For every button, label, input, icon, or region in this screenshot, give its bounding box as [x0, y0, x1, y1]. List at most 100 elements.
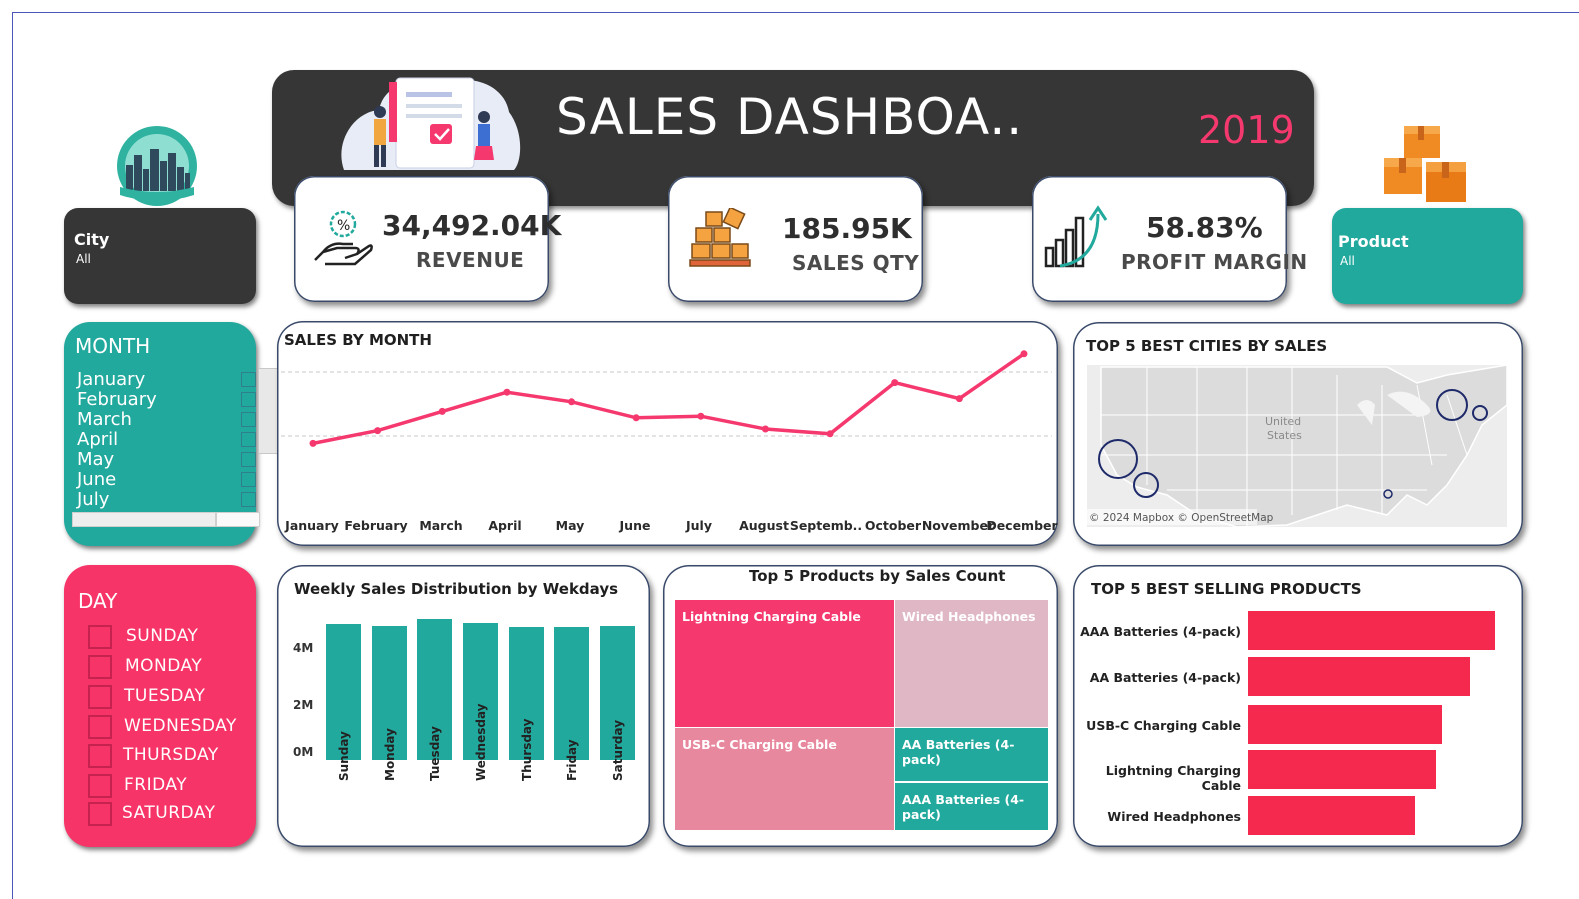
- month-scroll-track: [216, 512, 260, 527]
- city-filter-title: City: [74, 230, 110, 249]
- dashboard-year: 2019: [1198, 108, 1295, 152]
- kpi-revenue-value: 34,492.04K: [382, 209, 562, 242]
- day-checkbox-monday[interactable]: [88, 655, 112, 679]
- sales-by-month-chart: [281, 350, 1052, 447]
- top-selling-bar-3[interactable]: [1248, 750, 1437, 789]
- map-label-united: United: [1265, 415, 1301, 428]
- top-selling-bar-0[interactable]: [1248, 611, 1495, 650]
- city-skyline-icon: [117, 126, 197, 206]
- top-selling-bar-1[interactable]: [1248, 657, 1470, 696]
- sales-point-7[interactable]: [761, 425, 769, 433]
- day-item-thursday[interactable]: THURSDAY: [123, 745, 219, 765]
- frame-top-line: [12, 12, 1579, 13]
- frame-left-line: [12, 12, 13, 899]
- month-x-label-5: June: [619, 518, 651, 533]
- treemap-wired-headphones[interactable]: Wired Headphones: [894, 600, 1048, 727]
- day-checkbox-wednesday[interactable]: [88, 715, 112, 739]
- month-item-april[interactable]: April: [77, 429, 118, 450]
- sales-point-1[interactable]: [374, 427, 382, 435]
- sales-point-10[interactable]: [955, 395, 963, 403]
- svg-text:%: %: [337, 218, 350, 234]
- top-selling-bar-4[interactable]: [1248, 796, 1416, 835]
- top-selling-title: TOP 5 BEST SELLING PRODUCTS: [1091, 580, 1362, 598]
- month-horizontal-scrollbar[interactable]: [72, 512, 216, 527]
- day-item-monday[interactable]: MONDAY: [125, 656, 202, 676]
- treemap-lightning-charging-cable[interactable]: Lightning Charging Cable: [675, 600, 894, 727]
- month-checkbox-february[interactable]: [241, 392, 256, 407]
- city-filter-value[interactable]: All: [76, 252, 91, 266]
- growth-chart-icon: [1044, 205, 1108, 268]
- day-item-friday[interactable]: FRIDAY: [124, 775, 187, 795]
- report-illustration-icon: [341, 77, 521, 170]
- top-products-count-title: Top 5 Products by Sales Count: [749, 567, 1006, 585]
- month-checkbox-january[interactable]: [241, 372, 256, 387]
- kpi-profit-margin-label: PROFIT MARGIN: [1121, 250, 1308, 274]
- kpi-profit-margin-value: 58.83%: [1146, 211, 1263, 244]
- month-scrollbar[interactable]: [258, 368, 278, 454]
- sales-point-2[interactable]: [438, 407, 446, 415]
- month-checkbox-july[interactable]: [241, 492, 256, 507]
- top-selling-label-3: Lightning Charging Cable: [1105, 763, 1241, 793]
- day-item-sunday[interactable]: SUNDAY: [126, 626, 198, 646]
- day-checkbox-friday[interactable]: [88, 774, 112, 798]
- weekly-x-label-friday: Friday: [565, 739, 579, 781]
- day-checkbox-tuesday[interactable]: [88, 685, 112, 709]
- sales-point-8[interactable]: [826, 430, 834, 438]
- month-x-label-4: May: [555, 518, 585, 533]
- sales-point-11[interactable]: [1020, 350, 1028, 358]
- map-attribution[interactable]: © 2024 Mapbox © OpenStreetMap: [1089, 512, 1274, 524]
- city-filter[interactable]: City All: [64, 208, 256, 304]
- kpi-revenue-label: REVENUE: [416, 248, 525, 272]
- weekly-x-label-sunday: Sunday: [337, 731, 351, 781]
- sales-point-5[interactable]: [632, 414, 640, 422]
- map-label-states: States: [1267, 429, 1302, 442]
- month-x-label-7: August: [739, 518, 789, 533]
- month-x-label-0: January: [285, 518, 339, 533]
- day-item-tuesday[interactable]: TUESDAY: [124, 686, 205, 706]
- month-checkbox-may[interactable]: [241, 452, 256, 467]
- treemap-aaa-batteries[interactable]: AAA Batteries (4-pack): [894, 782, 1048, 830]
- month-item-march[interactable]: March: [77, 409, 132, 430]
- month-x-label-2: March: [419, 518, 463, 533]
- month-item-july[interactable]: July: [77, 489, 109, 510]
- day-item-wednesday[interactable]: WEDNESDAY: [124, 716, 237, 736]
- sales-point-0[interactable]: [309, 439, 317, 447]
- treemap-aa-batteries[interactable]: AA Batteries (4-pack): [894, 727, 1048, 781]
- month-item-may[interactable]: May: [77, 449, 114, 470]
- month-checkbox-april[interactable]: [241, 432, 256, 447]
- day-checkbox-saturday[interactable]: [88, 802, 112, 826]
- treemap-usb-c-charging-cable[interactable]: USB-C Charging Cable: [675, 727, 894, 830]
- sales-line: [312, 352, 1025, 446]
- weekly-y-tick-1: 2M: [293, 698, 314, 712]
- month-item-june[interactable]: June: [77, 469, 116, 490]
- month-x-label-3: April: [488, 518, 522, 533]
- weekly-x-label-tuesday: Tuesday: [428, 726, 442, 781]
- weekly-sales-title: Weekly Sales Distribution by Wekdays: [294, 580, 619, 598]
- dashboard-title: SALES DASHBOA..: [556, 88, 1024, 146]
- day-filter-title: DAY: [78, 589, 118, 613]
- product-filter-title: Product: [1338, 232, 1409, 251]
- top-selling-bar-2[interactable]: [1248, 705, 1442, 744]
- top-cities-map[interactable]: United States © 2024 Mapbox © OpenStreet…: [1087, 365, 1507, 527]
- top-cities-title: TOP 5 BEST CITIES BY SALES: [1086, 337, 1328, 355]
- weekly-x-label-wednesday: Wednesday: [474, 703, 488, 781]
- day-item-saturday[interactable]: SATURDAY: [122, 803, 216, 823]
- month-checkbox-march[interactable]: [241, 412, 256, 427]
- top-selling-label-4: Wired Headphones: [1107, 809, 1241, 824]
- weekly-y-tick-2: 4M: [293, 641, 314, 655]
- month-filter-title: MONTH: [75, 334, 151, 358]
- day-checkbox-thursday[interactable]: [88, 744, 112, 768]
- month-checkbox-june[interactable]: [241, 472, 256, 487]
- sales-point-6[interactable]: [697, 412, 705, 420]
- month-x-label-10: November: [921, 518, 995, 533]
- weekly-y-tick-0: 0M: [293, 745, 314, 759]
- product-filter-value[interactable]: All: [1340, 254, 1355, 268]
- month-item-february[interactable]: February: [77, 389, 157, 410]
- day-checkbox-sunday[interactable]: [88, 625, 112, 649]
- sales-point-3[interactable]: [503, 388, 511, 396]
- top-selling-label-2: USB-C Charging Cable: [1086, 718, 1241, 733]
- product-filter[interactable]: Product All: [1332, 208, 1523, 304]
- month-item-january[interactable]: January: [77, 369, 145, 390]
- sales-point-9[interactable]: [891, 379, 899, 387]
- sales-point-4[interactable]: [568, 398, 576, 406]
